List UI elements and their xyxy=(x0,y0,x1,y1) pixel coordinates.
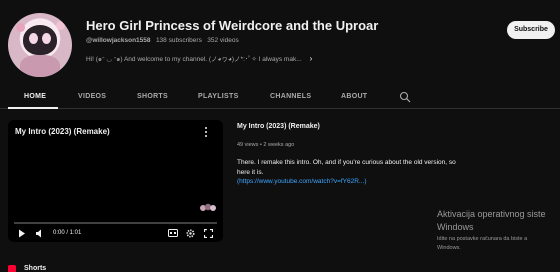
captions-icon[interactable] xyxy=(168,229,178,237)
kebab-menu-icon[interactable] xyxy=(202,126,210,138)
featured-video-meta: 49 views • 2 weeks ago xyxy=(237,142,295,148)
channel-avatar[interactable] xyxy=(8,13,72,77)
featured-description-link[interactable]: (https://www.youtube.com/watch?v=fY62R..… xyxy=(237,178,367,185)
featured-video-description: There. I remake this intro. Oh, and if y… xyxy=(237,158,457,187)
watermark-line-1: Aktivacija operativnog siste xyxy=(437,209,546,219)
tab-playlists[interactable]: PLAYLISTS xyxy=(198,93,239,100)
volume-icon[interactable] xyxy=(35,229,45,238)
subscribe-button[interactable]: Subscribe xyxy=(507,21,555,39)
player-time: 0:00 / 1:01 xyxy=(53,230,82,236)
tab-shorts[interactable]: SHORTS xyxy=(137,93,168,100)
gear-icon[interactable] xyxy=(186,229,195,238)
progress-bar[interactable] xyxy=(14,222,217,224)
channel-description-text: Hi! (๑ᵔ ◡ ᵔ๑) And welcome to my channel.… xyxy=(86,56,302,63)
shorts-icon xyxy=(8,265,16,272)
tab-home[interactable]: HOME xyxy=(24,93,46,100)
video-count: 352 videos xyxy=(207,37,239,44)
player-video-title[interactable]: My Intro (2023) (Remake) xyxy=(15,127,110,136)
subscriber-count: 138 subscribers xyxy=(155,37,202,44)
watermark-line-4: Windows. xyxy=(437,245,461,251)
channel-tabs: HOME VIDEOS SHORTS PLAYLISTS CHANNELS AB… xyxy=(0,84,560,109)
tab-videos[interactable]: VIDEOS xyxy=(78,93,106,100)
play-icon[interactable] xyxy=(18,229,26,238)
channel-handle: @willowjackson1558 xyxy=(86,37,151,44)
player-controls: 0:00 / 1:01 xyxy=(8,226,223,242)
featured-video-player[interactable]: My Intro (2023) (Remake) 0:00 / 1:01 xyxy=(8,120,223,242)
tab-about[interactable]: ABOUT xyxy=(341,93,367,100)
channel-meta: @willowjackson1558 138 subscribers 352 v… xyxy=(86,37,239,44)
video-frame-art xyxy=(200,203,216,211)
search-icon[interactable] xyxy=(399,91,411,103)
shorts-section-label: Shorts xyxy=(24,265,47,272)
watermark-line-3: Idite na postavke računara da biste a xyxy=(437,236,528,242)
chevron-right-icon[interactable]: › xyxy=(310,54,313,63)
channel-header: Hero Girl Princess of Weirdcore and the … xyxy=(0,0,560,84)
tab-channels[interactable]: CHANNELS xyxy=(270,93,311,100)
windows-activation-watermark: Aktivacija operativnog siste Windows Idi… xyxy=(437,209,546,251)
fullscreen-icon[interactable] xyxy=(204,229,213,238)
watermark-line-2: Windows xyxy=(437,222,474,232)
featured-video-title[interactable]: My Intro (2023) (Remake) xyxy=(237,123,320,130)
active-tab-indicator xyxy=(8,107,58,109)
channel-description[interactable]: Hi! (๑ᵔ ◡ ᵔ๑) And welcome to my channel.… xyxy=(86,53,312,64)
featured-description-text: There. I remake this intro. Oh, and if y… xyxy=(237,159,456,176)
channel-title: Hero Girl Princess of Weirdcore and the … xyxy=(86,18,379,33)
